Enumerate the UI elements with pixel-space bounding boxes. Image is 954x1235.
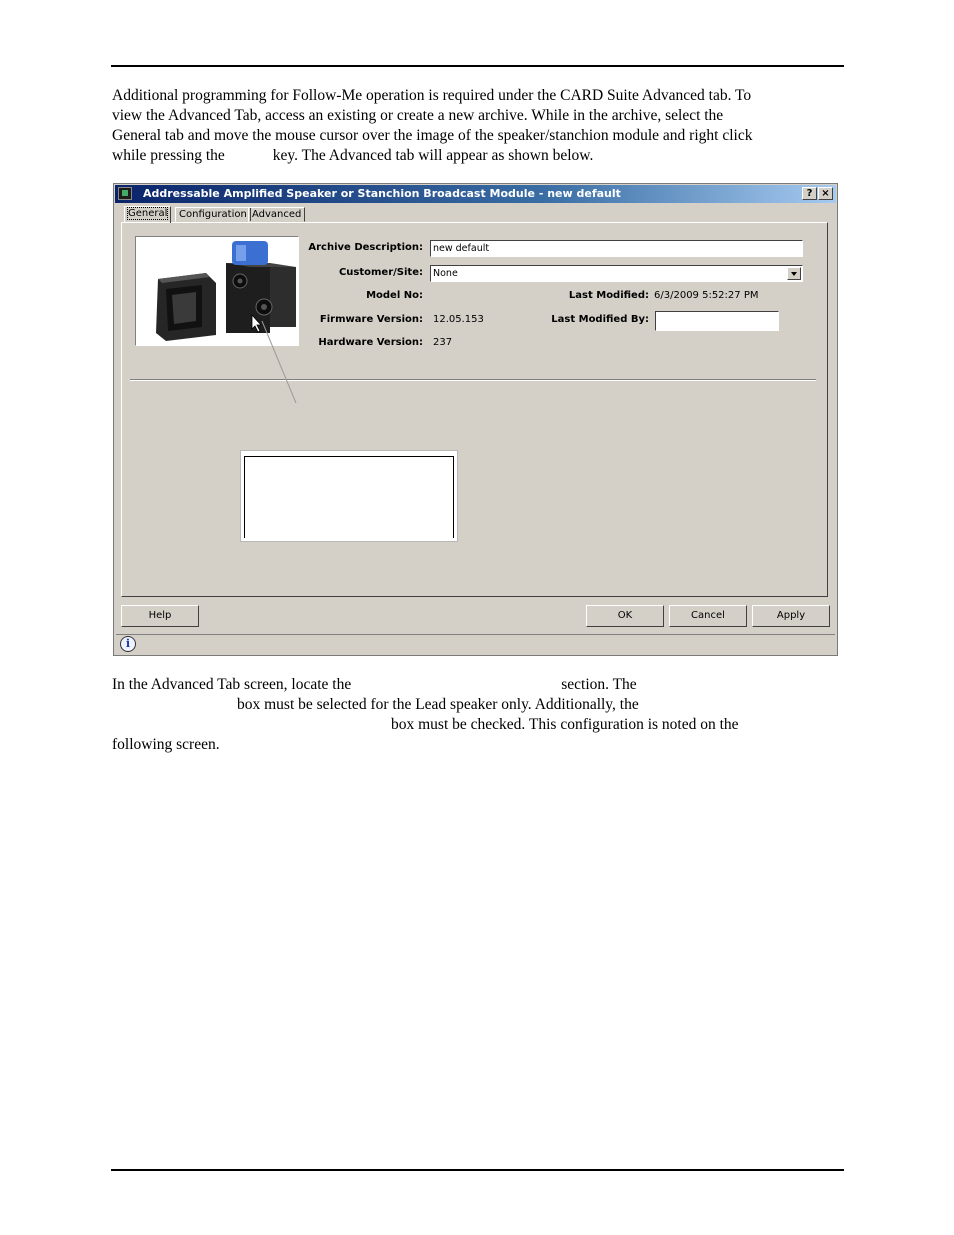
- dialog-title: Addressable Amplified Speaker or Stanchi…: [143, 187, 621, 200]
- instr-line-2: box must be selected for the Lead speake…: [237, 696, 639, 713]
- apply-button[interactable]: Apply: [752, 605, 830, 627]
- cancel-button[interactable]: Cancel: [669, 605, 747, 627]
- tab-general[interactable]: General: [124, 206, 172, 223]
- info-icon: i: [120, 636, 136, 652]
- app-icon: [118, 187, 132, 200]
- close-icon[interactable]: ×: [818, 187, 833, 200]
- general-tab-page: Archive Description: new default Custome…: [121, 222, 828, 597]
- intro-line-1: Additional programming for Follow-Me ope…: [112, 87, 752, 104]
- instr-line-4: following screen.: [112, 736, 220, 753]
- callout-leader: [261, 320, 297, 404]
- instr-line-1a: In the Advanced Tab screen, locate the: [112, 676, 352, 693]
- help-button[interactable]: Help: [121, 605, 199, 627]
- status-bar: i: [116, 634, 835, 653]
- intro-paragraph: Additional programming for Follow-Me ope…: [112, 86, 842, 166]
- instr-line-1b: section. The: [561, 676, 637, 693]
- header-rule: [111, 65, 844, 67]
- ok-button[interactable]: OK: [586, 605, 664, 627]
- instr-line-3: box must be checked. This configuration …: [391, 716, 739, 733]
- intro-line-4a: while pressing the: [112, 147, 225, 164]
- intro-line-4b: key. The Advanced tab will appear as sho…: [272, 147, 594, 164]
- intro-line-4: while pressing the key. The Advanced tab …: [112, 146, 842, 166]
- dialog-titlebar: Addressable Amplified Speaker or Stanchi…: [115, 185, 836, 203]
- callout-inner-frame: [244, 456, 454, 538]
- callout-box: [240, 450, 458, 542]
- help-icon[interactable]: ?: [802, 187, 817, 200]
- tab-configuration[interactable]: Configuration: [175, 207, 251, 222]
- footer-rule: [111, 1169, 844, 1171]
- tab-advanced[interactable]: Advanced: [248, 207, 306, 222]
- instructions-paragraph: In the Advanced Tab screen, locate the se…: [112, 675, 842, 755]
- intro-line-2: view the Advanced Tab, access an existin…: [112, 107, 724, 124]
- module-dialog: Addressable Amplified Speaker or Stanchi…: [113, 183, 838, 656]
- intro-line-3: General tab and move the mouse cursor ov…: [112, 127, 753, 144]
- instr-line-1: In the Advanced Tab screen, locate the se…: [112, 675, 842, 695]
